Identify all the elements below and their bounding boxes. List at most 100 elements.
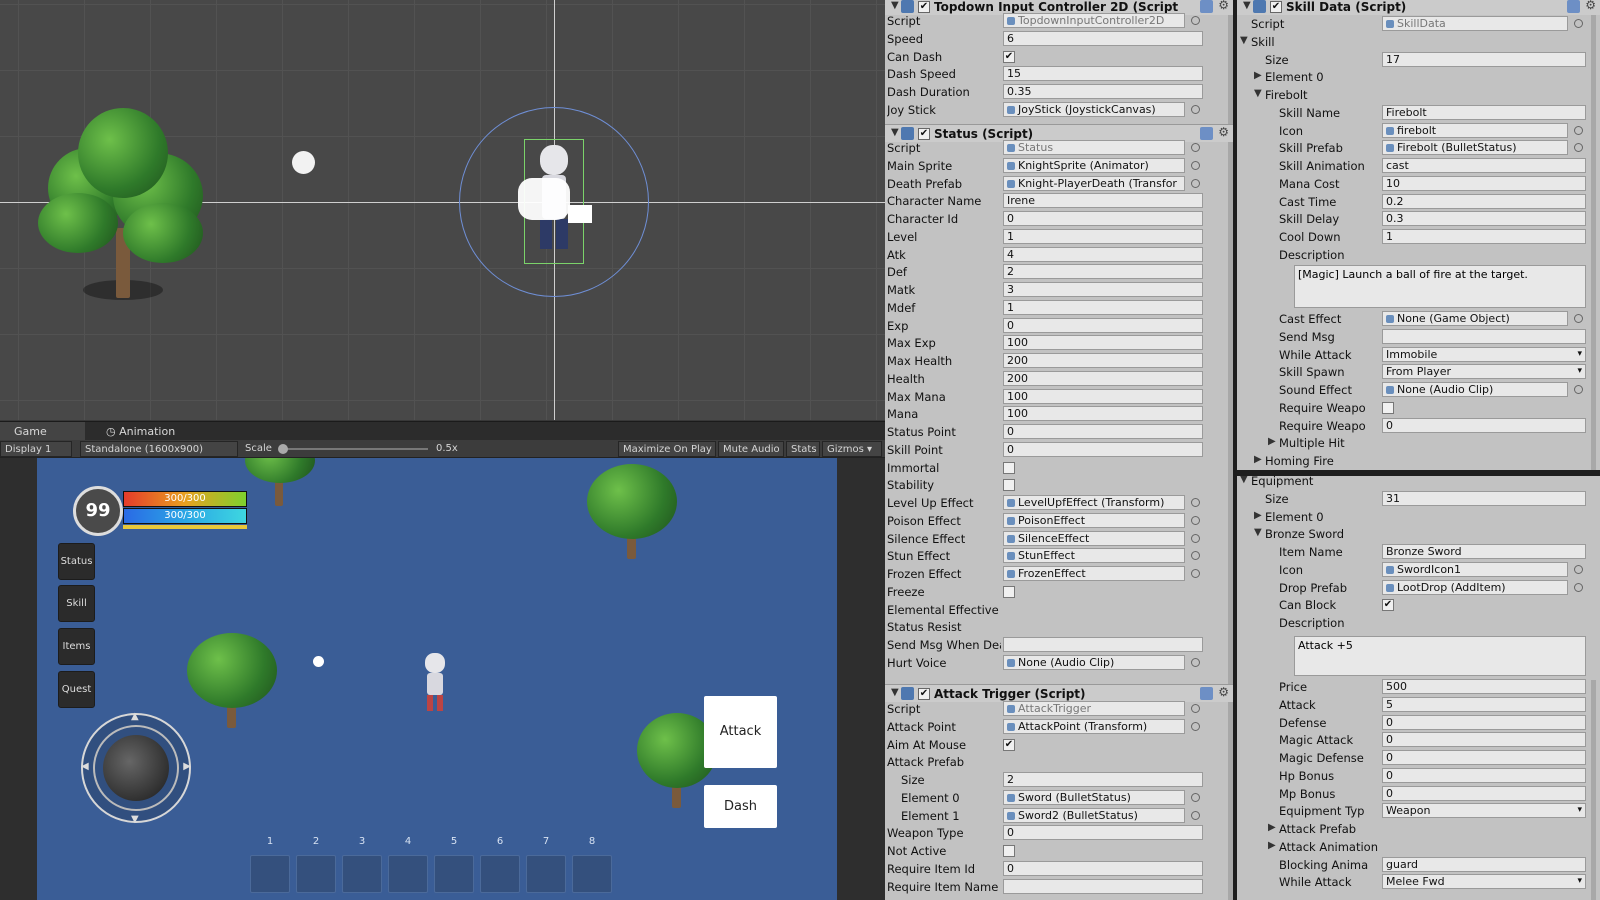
fold-triangle-icon[interactable]: ▼ [891,687,899,698]
icon-field[interactable]: firebolt [1382,123,1568,138]
element-0-field[interactable]: Sword (BulletStatus) [1003,790,1185,805]
quest-button[interactable]: Quest [58,671,95,708]
item-description-textarea[interactable]: Attack +5 [1294,636,1586,676]
max-health-field[interactable]: 200 [1003,353,1203,368]
attack-button[interactable]: Attack [704,696,777,768]
hotbar-slot-1[interactable] [250,855,290,893]
component-enabled-checkbox[interactable]: ✔ [1270,1,1282,13]
max-mana-field[interactable]: 100 [1003,389,1203,404]
icon-field[interactable]: SwordIcon1 [1382,562,1568,577]
size-field[interactable]: 2 [1003,772,1203,787]
scene-tree-sprite[interactable] [28,108,218,308]
skill-delay-field[interactable]: 0.3 [1382,211,1586,226]
fold-closed-icon[interactable]: ▶ [1254,510,1262,521]
fold-open-icon[interactable]: ▼ [1240,35,1248,46]
inspector-panel-right[interactable]: ▼ ✔ Skill Data (Script) ⚙ Script SkillData ▼ Sk… [1233,0,1600,900]
mana-cost-field[interactable]: 10 [1382,176,1586,191]
skill-point-field[interactable]: 0 [1003,442,1203,457]
object-picker-icon[interactable] [1191,551,1200,560]
hurt-voice-field[interactable]: None (Audio Clip) [1003,655,1185,670]
property-row-firebolt[interactable]: ▼ Firebolt [1237,86,1600,104]
size-field[interactable]: 31 [1382,491,1586,506]
not-active-checkbox[interactable] [1003,845,1015,857]
hotbar-slot-8[interactable] [572,855,612,893]
object-picker-icon[interactable] [1191,811,1200,820]
fold-closed-icon[interactable]: ▶ [1254,70,1262,81]
exp-field[interactable]: 0 [1003,318,1203,333]
joy-stick-field[interactable]: JoyStick (JoystickCanvas) [1003,102,1185,117]
max-exp-field[interactable]: 100 [1003,335,1203,350]
size-field[interactable]: 17 [1382,52,1586,67]
fold-open-icon[interactable]: ▼ [1254,88,1262,99]
def-field[interactable]: 2 [1003,264,1203,279]
scale-slider-track[interactable] [280,448,428,450]
hotbar-slot-2[interactable] [296,855,336,893]
skill-spawn-field[interactable]: From Player [1382,364,1586,379]
dash-speed-field[interactable]: 15 [1003,66,1203,81]
display-dropdown[interactable]: Display 1 [0,441,72,457]
property-row-bronze-sword[interactable]: ▼ Bronze Sword [1237,525,1600,543]
object-picker-icon[interactable] [1191,105,1200,114]
object-picker-icon[interactable] [1574,143,1583,152]
mp-bonus-field[interactable]: 0 [1382,786,1586,801]
property-row-multiple-hit[interactable]: ▶ Multiple Hit [1237,434,1600,452]
object-picker-icon[interactable] [1191,658,1200,667]
can-dash-checkbox[interactable]: ✔ [1003,51,1015,63]
element-1-field[interactable]: Sword2 (BulletStatus) [1003,808,1185,823]
object-picker-icon[interactable] [1191,161,1200,170]
skill-button[interactable]: Skill [58,585,95,622]
items-button[interactable]: Items [58,628,95,665]
object-picker-icon[interactable] [1191,143,1200,152]
scene-view[interactable] [0,0,885,420]
frozen-effect-field[interactable]: FrozenEffect [1003,566,1185,581]
weapon-type-field[interactable]: 0 [1003,825,1203,840]
require-item-id-field[interactable]: 0 [1003,861,1203,876]
require-weapo-field[interactable]: 0 [1382,418,1586,433]
skill-name-field[interactable]: Firebolt [1382,105,1586,120]
fold-closed-icon[interactable]: ▶ [1268,840,1276,851]
while-attack-field[interactable]: Immobile [1382,347,1586,362]
cool-down-field[interactable]: 1 [1382,229,1586,244]
gizmos-dropdown[interactable]: Gizmos ▾ [822,441,882,457]
mute-audio-button[interactable]: Mute Audio [718,441,784,457]
aim-at-mouse-checkbox[interactable]: ✔ [1003,739,1015,751]
inspector-panel-left[interactable]: ▼ ✔ Topdown Input Controller 2D (Script ⚙ Sc… [885,0,1233,900]
price-field[interactable]: 500 [1382,679,1586,694]
property-row-attack-prefab[interactable]: ▼Attack Prefab [885,753,1233,771]
drop-prefab-field[interactable]: LootDrop (AddItem) [1382,580,1568,595]
maximize-on-play-button[interactable]: Maximize On Play [618,441,716,457]
sound-effect-field[interactable]: None (Audio Clip) [1382,382,1568,397]
object-picker-icon[interactable] [1574,314,1583,323]
blocking-anima-field[interactable]: guard [1382,857,1586,872]
joystick-base[interactable]: ▲ ▼ ◀ ▶ [81,711,191,825]
skill-description-textarea[interactable]: [Magic] Launch a ball of fire at the tar… [1294,265,1586,308]
skill-prefab-field[interactable]: Firebolt (BulletStatus) [1382,140,1568,155]
equipment-typ-field[interactable]: Weapon [1382,803,1586,818]
status-button[interactable]: Status [58,543,95,580]
atk-field[interactable]: 4 [1003,247,1203,262]
object-picker-icon[interactable] [1191,534,1200,543]
property-row-attack-prefab[interactable]: ▶ Attack Prefab [1237,820,1600,838]
object-picker-icon[interactable] [1574,19,1583,28]
fold-closed-icon[interactable]: ▶ [1254,454,1262,465]
object-picker-icon[interactable] [1574,583,1583,592]
object-picker-icon[interactable] [1574,565,1583,574]
scene-white-dot[interactable] [292,151,315,174]
gear-icon[interactable]: ⚙ [1218,125,1229,139]
dash-duration-field[interactable]: 0.35 [1003,84,1203,99]
fold-closed-icon[interactable]: ▶ [1268,436,1276,447]
property-row-elemental-effective[interactable]: ▶Elemental Effective [885,601,1233,619]
hotbar-slot-6[interactable] [480,855,520,893]
speed-field[interactable]: 6 [1003,31,1203,46]
stats-button[interactable]: Stats [786,441,820,457]
hotbar-slot-4[interactable] [388,855,428,893]
property-row-homing-fire[interactable]: ▶ Homing Fire [1237,452,1600,470]
status-point-field[interactable]: 0 [1003,424,1203,439]
hotbar-slot-3[interactable] [342,855,382,893]
require-weapo-checkbox[interactable] [1382,402,1394,414]
matk-field[interactable]: 3 [1003,282,1203,297]
object-picker-icon[interactable] [1191,16,1200,25]
property-row-element-0[interactable]: ▶ Element 0 [1237,508,1600,526]
fold-triangle-icon[interactable]: ▼ [1243,0,1251,11]
property-row-status-resist[interactable]: ▶Status Resist [885,618,1233,636]
